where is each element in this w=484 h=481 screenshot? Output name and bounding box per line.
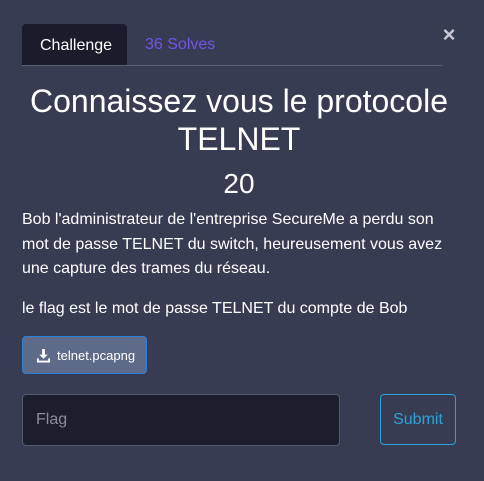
challenge-title: Connaissez vous le protocole TELNET xyxy=(29,83,448,157)
download-file-button[interactable]: telnet.pcapng xyxy=(22,336,147,374)
challenge-value: 20 xyxy=(223,168,255,199)
challenge-hint: le flag est le mot de passe TELNET du co… xyxy=(22,300,408,317)
submit-button[interactable]: Submit xyxy=(380,394,456,445)
challenge-description: Bob l'administrateur de l'entreprise Sec… xyxy=(22,211,443,277)
tab-challenge[interactable]: Challenge xyxy=(22,24,127,65)
challenge-modal: × Challenge 36 Solves Connaissez vous le… xyxy=(0,0,484,481)
tab-solves[interactable]: 36 Solves xyxy=(128,24,232,65)
close-icon[interactable]: × xyxy=(440,24,458,46)
challenge-tabs: Challenge 36 Solves xyxy=(22,24,442,66)
file-name: telnet.pcapng xyxy=(57,347,136,363)
download-icon xyxy=(36,348,51,363)
flag-input[interactable] xyxy=(22,394,340,446)
